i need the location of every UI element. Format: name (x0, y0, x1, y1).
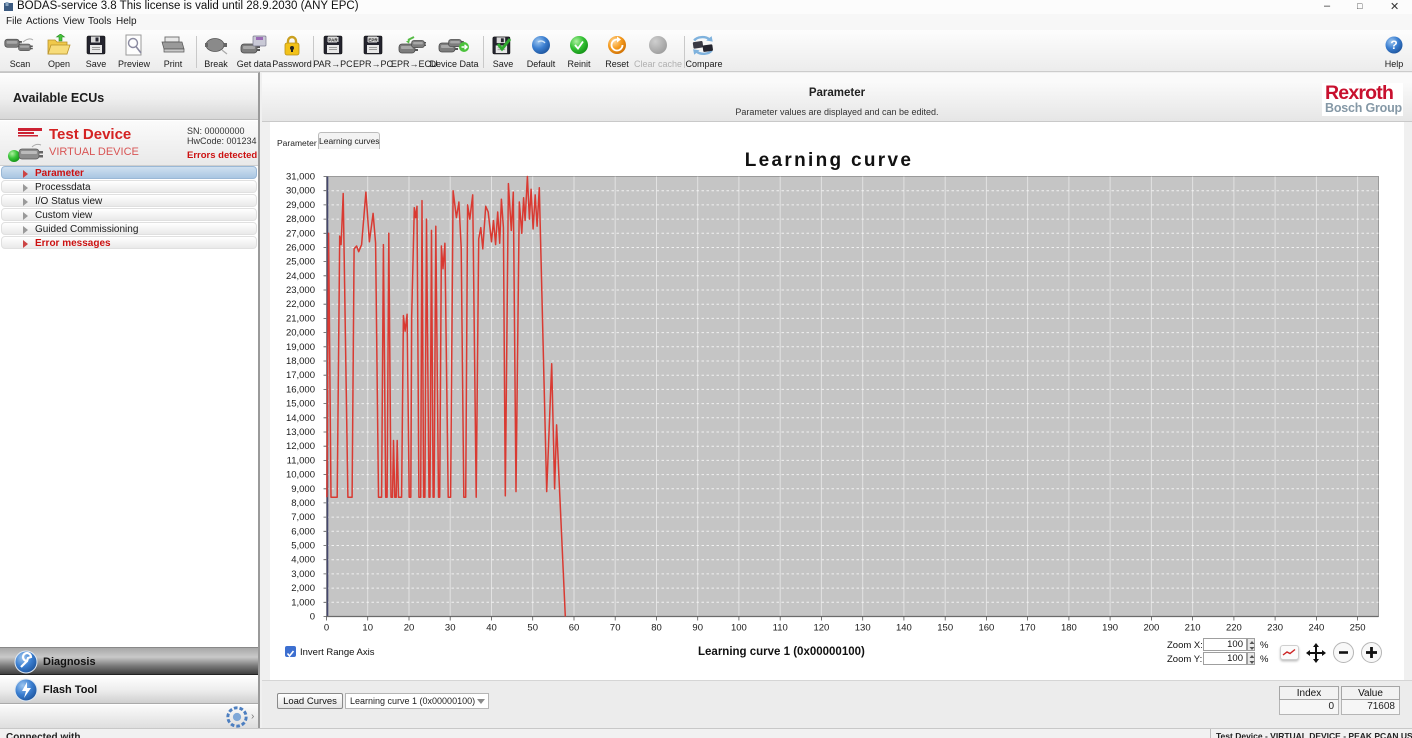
svg-text:200: 200 (1143, 623, 1159, 634)
svg-text:30,000: 30,000 (286, 186, 315, 197)
svg-text:0: 0 (310, 612, 315, 623)
svg-text:170: 170 (1020, 623, 1036, 634)
svg-text:3,000: 3,000 (291, 569, 315, 580)
svg-text:11,000: 11,000 (287, 455, 315, 466)
svg-text:250: 250 (1350, 623, 1366, 634)
svg-text:12,000: 12,000 (286, 441, 315, 452)
svg-text:120: 120 (813, 623, 829, 634)
svg-text:140: 140 (896, 623, 912, 634)
svg-text:80: 80 (651, 623, 662, 634)
svg-text:26,000: 26,000 (286, 243, 315, 254)
svg-text:20: 20 (404, 623, 415, 634)
svg-text:9,000: 9,000 (291, 484, 315, 495)
svg-text:20,000: 20,000 (286, 328, 315, 339)
svg-text:14,000: 14,000 (286, 413, 315, 424)
svg-text:210: 210 (1185, 623, 1201, 634)
svg-text:4,000: 4,000 (291, 555, 315, 566)
svg-text:0: 0 (324, 623, 329, 634)
svg-text:22,000: 22,000 (286, 299, 315, 310)
svg-text:130: 130 (855, 623, 871, 634)
svg-text:29,000: 29,000 (286, 200, 315, 211)
svg-text:230: 230 (1267, 623, 1283, 634)
svg-text:23,000: 23,000 (286, 285, 315, 296)
svg-text:19,000: 19,000 (286, 342, 315, 353)
svg-text:15,000: 15,000 (286, 399, 315, 410)
svg-text:240: 240 (1308, 623, 1324, 634)
svg-text:6,000: 6,000 (291, 526, 315, 537)
svg-text:24,000: 24,000 (286, 271, 315, 282)
svg-text:40: 40 (486, 623, 497, 634)
svg-text:160: 160 (978, 623, 994, 634)
svg-text:31,000: 31,000 (286, 172, 315, 183)
svg-text:180: 180 (1061, 623, 1077, 634)
svg-text:190: 190 (1102, 623, 1118, 634)
svg-text:7,000: 7,000 (291, 512, 315, 523)
svg-text:28,000: 28,000 (286, 214, 315, 225)
svg-text:16,000: 16,000 (286, 384, 315, 395)
svg-text:21,000: 21,000 (286, 313, 315, 324)
svg-text:5,000: 5,000 (291, 541, 315, 552)
svg-text:25,000: 25,000 (286, 257, 315, 268)
svg-text:27,000: 27,000 (286, 228, 315, 239)
svg-text:1,000: 1,000 (291, 597, 315, 608)
svg-text:100: 100 (731, 623, 747, 634)
svg-text:90: 90 (692, 623, 703, 634)
svg-text:17,000: 17,000 (286, 370, 315, 381)
svg-text:8,000: 8,000 (291, 498, 315, 509)
svg-text:150: 150 (937, 623, 953, 634)
svg-text:30: 30 (445, 623, 456, 634)
svg-text:13,000: 13,000 (286, 427, 315, 438)
svg-text:10: 10 (362, 623, 373, 634)
svg-text:70: 70 (610, 623, 621, 634)
svg-text:2,000: 2,000 (291, 583, 315, 594)
svg-text:110: 110 (773, 623, 788, 634)
svg-text:18,000: 18,000 (286, 356, 315, 367)
svg-text:10,000: 10,000 (286, 470, 315, 481)
svg-text:50: 50 (527, 623, 538, 634)
svg-text:60: 60 (569, 623, 580, 634)
svg-text:220: 220 (1226, 623, 1242, 634)
